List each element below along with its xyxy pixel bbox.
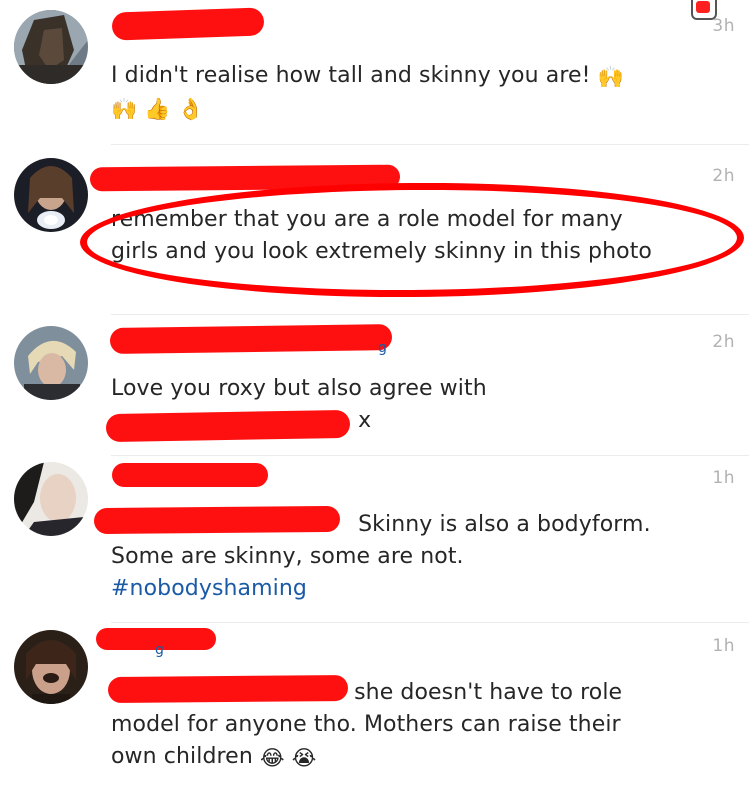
redacted-username — [109, 324, 393, 354]
crying-face-emoji-icon: 😭 — [291, 746, 317, 770]
comment-divider — [111, 314, 749, 315]
comment-text-line: own children — [111, 744, 253, 769]
ok-hand-emoji-icon: 👌 — [177, 97, 204, 121]
comment-text-line: Love you roxy but also agree with — [111, 376, 487, 401]
avatar[interactable] — [14, 462, 88, 536]
avatar[interactable] — [14, 158, 88, 232]
avatar[interactable] — [14, 630, 88, 704]
raising-hands-emoji-icon: 🙌 — [597, 65, 624, 89]
redacted-mention — [105, 409, 351, 443]
comment-item: g 1h she doesn't have to role model for … — [0, 622, 749, 786]
comment-item: 1h Skinny is also a bodyform. Some are s… — [0, 455, 749, 615]
comment-text-line: x — [358, 408, 372, 433]
comment-text-line: she doesn't have to role — [354, 680, 623, 705]
avatar[interactable] — [14, 326, 88, 400]
comment-timestamp: 2h — [712, 332, 735, 352]
partial-username-tail: g — [378, 340, 387, 356]
comment-timestamp: 3h — [712, 16, 735, 36]
raising-hands-emoji-icon: 🙌 — [111, 97, 138, 121]
redacted-username — [111, 7, 265, 41]
redacted-mention — [107, 674, 349, 704]
comment-text: I didn't realise how tall and skinny you… — [111, 60, 741, 124]
comment-item: g 2h Love you roxy but also agree with x — [0, 320, 749, 450]
comment-timestamp: 1h — [712, 468, 735, 488]
hashtag-link[interactable]: #nobodyshaming — [111, 576, 307, 601]
comment-divider — [111, 144, 749, 145]
avatar[interactable] — [14, 10, 88, 84]
redacted-username — [112, 463, 268, 487]
comment-item: 3h I didn't realise how tall and skinny … — [0, 0, 749, 150]
redacted-mention — [93, 505, 341, 535]
comment-timestamp: 2h — [712, 166, 735, 186]
comment-timestamp: 1h — [712, 636, 735, 656]
comment-text-line: model for anyone tho. Mothers can raise … — [111, 712, 621, 737]
comment-text-line: Skinny is also a bodyform. — [358, 512, 651, 537]
partial-username-tail: g — [155, 642, 164, 658]
tears-of-joy-emoji-icon: 😂 — [259, 746, 285, 770]
thumbs-up-emoji-icon: 👍 — [144, 97, 171, 121]
comment-text-line: I didn't realise how tall and skinny you… — [111, 63, 591, 88]
comment-text-line: Some are skinny, some are not. — [111, 544, 464, 569]
